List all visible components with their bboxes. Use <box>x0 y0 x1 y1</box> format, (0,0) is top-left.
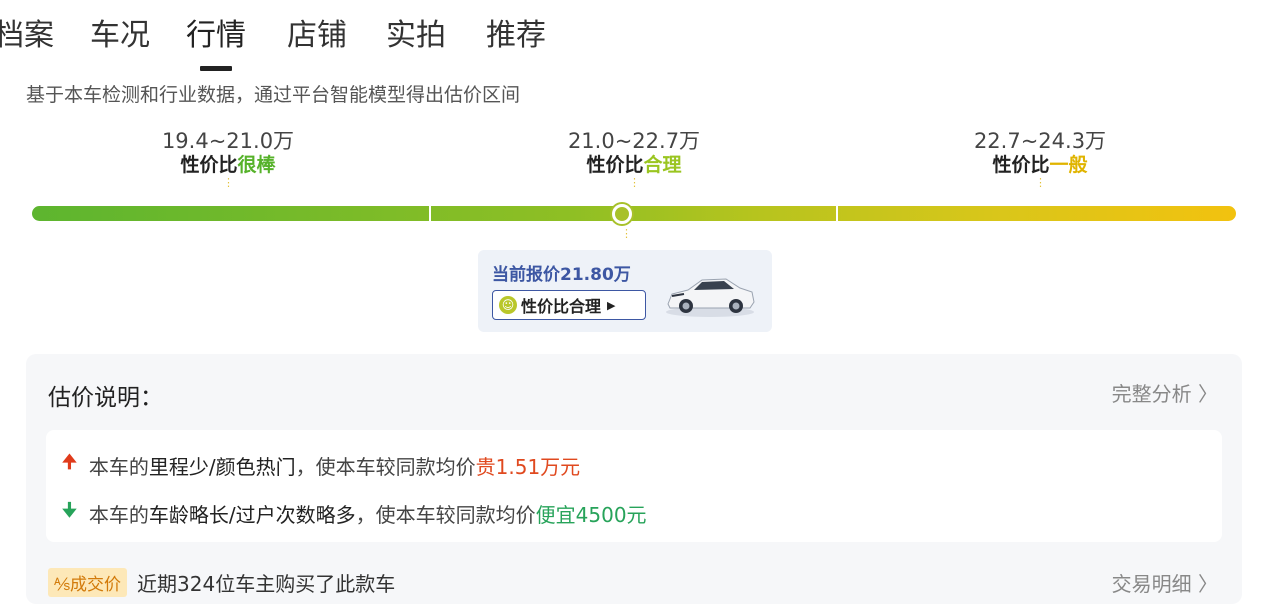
reason-item: 🠋 本车的 车龄略长/过户次数略多 ，使本车较同款均价 便宜4500元 <box>62 498 647 528</box>
bar-separator <box>836 206 838 221</box>
range-verdict: 性价比很棒 <box>98 154 358 176</box>
active-tab-indicator <box>200 66 232 71</box>
current-price-marker <box>612 204 632 224</box>
current-price-card[interactable]: 当前报价21.80万 ☺ 性价比合理 ▶ <box>478 250 772 332</box>
range-price: 21.0~22.7万 <box>567 129 701 153</box>
play-arrow-icon: ▶ <box>607 298 616 312</box>
bar-separator <box>429 206 431 221</box>
chevron-right-icon: 〉 <box>1198 572 1218 596</box>
tab-market[interactable]: 行情 <box>186 14 246 58</box>
range-pointer-icon: ⋮ <box>223 176 234 189</box>
reason-prefix: 本车的 <box>88 502 149 527</box>
range-verdict: 性价比合理 <box>504 154 764 176</box>
deal-tag-icon: ⅍ <box>54 575 71 595</box>
range-reasonable: 21.0~22.7万 性价比合理 ⋮ <box>504 128 764 190</box>
verdict-rating: 合理 <box>643 154 682 176</box>
price-range-bar <box>32 206 1236 221</box>
deal-tag-label: 成交价 <box>70 575 122 595</box>
tab-store[interactable]: 店铺 <box>287 14 347 58</box>
value-badge-button[interactable]: ☺ 性价比合理 ▶ <box>492 290 646 320</box>
verdict-rating: 很棒 <box>237 154 276 176</box>
reason-middle: ，使本车较同款均价 <box>295 454 476 479</box>
estimate-title: 估价说明： <box>48 385 163 411</box>
current-price-label: 当前报价21.80万 <box>492 265 631 285</box>
smile-face-icon: ☺ <box>499 296 517 314</box>
transaction-detail-label: 交易明细 <box>1111 572 1192 596</box>
car-image <box>666 278 755 317</box>
full-analysis-label: 完整分析 <box>1111 382 1192 406</box>
deal-text: 近期324位车主购买了此款车 <box>137 572 396 596</box>
transaction-detail-link[interactable]: 交易明细 〉 <box>1112 568 1218 597</box>
tab-archive[interactable]: 档案 <box>0 14 54 58</box>
reason-emphasis: 车龄略长/过户次数略多 <box>148 502 356 527</box>
value-badge-label: 性价比合理 <box>521 297 602 316</box>
arrow-up-icon: 🠉 <box>62 452 77 473</box>
verdict-prefix: 性价比 <box>586 154 644 176</box>
range-verdict: 性价比一般 <box>910 154 1170 176</box>
marker-pointer-icon: ⋮ <box>621 227 632 240</box>
verdict-prefix: 性价比 <box>992 154 1050 176</box>
tab-condition[interactable]: 车况 <box>90 14 150 58</box>
estimate-panel: 估价说明： 完整分析 〉 🠉 本车的 里程少/颜色热门 ，使本车较同款均价 贵1.51… <box>26 354 1242 604</box>
reason-emphasis: 里程少/颜色热门 <box>148 454 296 479</box>
reason-item: 🠉 本车的 里程少/颜色热门 ，使本车较同款均价 贵1.51万元 <box>62 450 580 480</box>
reason-prefix: 本车的 <box>88 454 149 479</box>
reason-result: 便宜4500元 <box>535 502 647 527</box>
full-analysis-link[interactable]: 完整分析 〉 <box>1112 378 1218 407</box>
reason-list: 🠉 本车的 里程少/颜色热门 ，使本车较同款均价 贵1.51万元 🠋 本车的 车龄略长/… <box>46 430 1222 542</box>
range-great: 19.4~21.0万 性价比很棒 ⋮ <box>98 128 358 190</box>
range-price: 19.4~21.0万 <box>161 129 295 153</box>
deal-row: ⅍成交价 近期324位车主购买了此款车 <box>48 568 395 597</box>
deal-price-tag: ⅍成交价 <box>48 568 128 597</box>
range-pointer-icon: ⋮ <box>1035 176 1046 189</box>
arrow-down-icon: 🠋 <box>62 500 77 521</box>
reason-result: 贵1.51万元 <box>475 454 581 479</box>
page-subtitle: 基于本车检测和行业数据，通过平台智能模型得出估价区间 <box>26 84 521 106</box>
tab-recommend[interactable]: 推荐 <box>486 14 546 58</box>
range-average: 22.7~24.3万 性价比一般 ⋮ <box>910 128 1170 190</box>
range-pointer-icon: ⋮ <box>629 176 640 189</box>
range-price: 22.7~24.3万 <box>973 129 1107 153</box>
chevron-right-icon: 〉 <box>1198 382 1218 406</box>
verdict-rating: 一般 <box>1049 154 1088 176</box>
tab-photos[interactable]: 实拍 <box>386 14 446 58</box>
reason-middle: ，使本车较同款均价 <box>355 502 536 527</box>
verdict-prefix: 性价比 <box>180 154 238 176</box>
